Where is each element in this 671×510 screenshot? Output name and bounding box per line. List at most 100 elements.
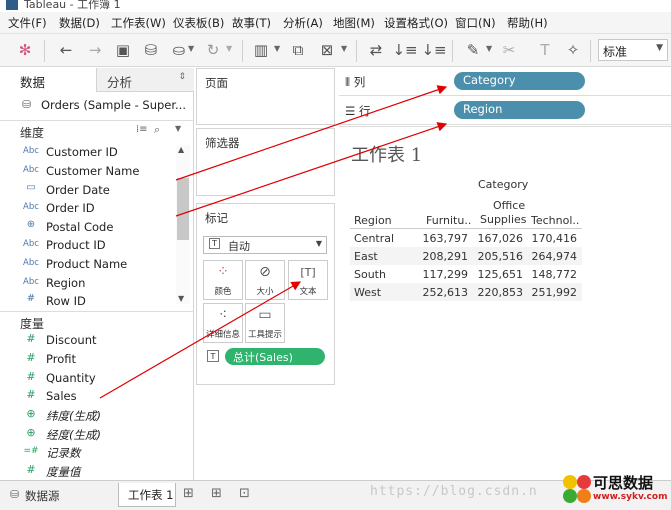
scrollbar-thumb[interactable] [177, 178, 189, 240]
pages-shelf[interactable]: 页面 [196, 68, 335, 125]
table-cell[interactable]: 170,416 [519, 232, 578, 245]
worksheet-view[interactable]: 工作表 1 Category Region Furnitu.. Office S… [339, 126, 671, 480]
tab-datasource[interactable]: 数据源 [25, 488, 60, 504]
save-icon[interactable]: ▣ [112, 40, 134, 60]
chevron-down-icon[interactable]: ▼ [486, 44, 492, 53]
tab-analysis[interactable]: 分析 ⇕ [96, 68, 194, 92]
group-members-icon[interactable]: ✂ [498, 40, 520, 60]
menu-worksheet[interactable]: 工作表(W) [111, 15, 166, 31]
new-worksheet-icon[interactable]: ▥ [250, 40, 272, 60]
toolbar-separator [44, 40, 45, 62]
column-header[interactable]: Office [493, 199, 525, 212]
tab-sheet-1[interactable]: 工作表 1 [118, 483, 176, 507]
row-label[interactable]: West [354, 286, 381, 299]
table-cell[interactable]: 167,026 [465, 232, 524, 245]
datasource-item[interactable]: ⛁ Orders (Sample - Super... [0, 94, 194, 116]
measure-field[interactable]: =# 记录数 [0, 443, 176, 462]
menu-map[interactable]: 地图(M) [333, 15, 375, 31]
new-dashboard-icon[interactable]: ⊞ [211, 486, 222, 501]
menu-file[interactable]: 文件(F) [8, 15, 47, 31]
view-list-icon[interactable]: ⁞≡ [136, 124, 148, 135]
field-label: Profit [46, 352, 76, 366]
back-icon[interactable]: ← [55, 40, 77, 60]
rows-shelf[interactable]: ☰ 行 Region [339, 97, 671, 125]
dimension-field[interactable]: # Row ID [0, 292, 176, 311]
chevron-down-icon[interactable]: ▼ [341, 44, 347, 53]
row-label[interactable]: East [354, 250, 378, 263]
row-label[interactable]: South [354, 268, 386, 281]
new-datasource-icon[interactable]: ⛁ [140, 40, 162, 60]
fit-select[interactable]: 标准 ▼ [598, 39, 668, 61]
search-icon[interactable]: ⌕ [154, 123, 160, 137]
measure-field[interactable]: # Discount [0, 331, 176, 350]
menu-analysis[interactable]: 分析(A) [283, 15, 323, 31]
fix-axes-icon[interactable]: ✧ [562, 40, 584, 60]
dimension-field[interactable]: ▭ Order Date [0, 181, 176, 200]
columns-shelf[interactable]: ⦀ 列 Category [339, 68, 671, 96]
tab-data[interactable]: 数据 [0, 68, 96, 92]
column-header[interactable]: Supplies [480, 213, 527, 226]
text-button[interactable]: [T] 文本 [288, 260, 328, 300]
sort-ascending-icon[interactable]: ↓≡ [392, 40, 417, 60]
dimension-field[interactable]: Abc Region [0, 274, 176, 293]
clear-sheet-icon[interactable]: ⊠ [316, 40, 338, 60]
category-pill[interactable]: Category [454, 72, 585, 90]
pause-updates-icon[interactable]: ⛀ [168, 40, 190, 60]
duplicate-sheet-icon[interactable]: ⧉ [287, 40, 309, 60]
table-cell[interactable]: 205,516 [465, 250, 524, 263]
table-cell[interactable]: 252,613 [410, 286, 469, 299]
refresh-icon[interactable]: ↻ [202, 40, 224, 60]
size-button[interactable]: ⊘ 大小 [245, 260, 285, 300]
scroll-down-icon[interactable]: ▼ [178, 294, 184, 303]
dimension-field[interactable]: Abc Order ID [0, 199, 176, 218]
table-cell[interactable]: 264,974 [519, 250, 578, 263]
chevron-down-icon[interactable]: ▼ [175, 124, 181, 133]
dimension-field[interactable]: Abc Product Name [0, 255, 176, 274]
menu-dashboard[interactable]: 仪表板(B) [173, 15, 224, 31]
chevron-down-icon[interactable]: ▼ [226, 44, 232, 53]
column-header[interactable]: Furnitu.. [426, 214, 471, 227]
table-cell[interactable]: 117,299 [410, 268, 469, 281]
measure-field[interactable]: ⊕ 经度(生成) [0, 425, 176, 444]
menu-help[interactable]: 帮助(H) [507, 15, 548, 31]
column-header[interactable]: Technol.. [531, 214, 579, 227]
menu-format[interactable]: 设置格式(O) [384, 15, 448, 31]
region-pill[interactable]: Region [454, 101, 585, 119]
new-story-icon[interactable]: ⊡ [239, 486, 250, 501]
filters-shelf[interactable]: 筛选器 [196, 128, 335, 196]
chevron-down-icon[interactable]: ▼ [188, 44, 194, 53]
show-labels-icon[interactable]: T [534, 40, 556, 60]
menu-window[interactable]: 窗口(N) [455, 15, 496, 31]
sales-measure-pill[interactable]: 总计(Sales) [225, 348, 325, 365]
measure-field[interactable]: # Quantity [0, 369, 176, 388]
table-cell[interactable]: 251,992 [519, 286, 578, 299]
detail-button[interactable]: ⁖ 详细信息 [203, 303, 243, 343]
measure-field[interactable]: # Sales [0, 387, 176, 406]
tooltip-button[interactable]: ▭ 工具提示 [245, 303, 285, 343]
highlight-icon[interactable]: ✎ [462, 40, 484, 60]
dimension-field[interactable]: Abc Customer Name [0, 162, 176, 181]
scroll-up-icon[interactable]: ▲ [178, 145, 184, 154]
sort-descending-icon[interactable]: ↓≡ [421, 40, 446, 60]
swap-rows-columns-icon[interactable]: ⇄ [365, 40, 387, 60]
table-cell[interactable]: 220,853 [465, 286, 524, 299]
menu-story[interactable]: 故事(T) [232, 15, 271, 31]
table-cell[interactable]: 148,772 [519, 268, 578, 281]
measure-field[interactable]: # Profit [0, 350, 176, 369]
row-label[interactable]: Central [354, 232, 394, 245]
chevron-down-icon[interactable]: ▼ [274, 44, 280, 53]
mark-type-select[interactable]: T 自动 ▼ [203, 236, 327, 254]
table-cell[interactable]: 163,797 [410, 232, 469, 245]
dimension-field[interactable]: Abc Product ID [0, 236, 176, 255]
table-cell[interactable]: 208,291 [410, 250, 469, 263]
measure-field[interactable]: # 度量值 [0, 462, 176, 481]
dimension-field[interactable]: Abc Customer ID [0, 143, 176, 162]
color-button[interactable]: ⁘ 颜色 [203, 260, 243, 300]
menu-data[interactable]: 数据(D) [59, 15, 100, 31]
dimension-field[interactable]: ⊕ Postal Code [0, 218, 176, 237]
measure-field[interactable]: ⊕ 纬度(生成) [0, 406, 176, 425]
table-cell[interactable]: 125,651 [465, 268, 524, 281]
new-worksheet-icon[interactable]: ⊞ [183, 486, 194, 501]
tableau-home-icon[interactable]: ✻ [14, 40, 36, 60]
forward-icon[interactable]: → [84, 40, 106, 60]
